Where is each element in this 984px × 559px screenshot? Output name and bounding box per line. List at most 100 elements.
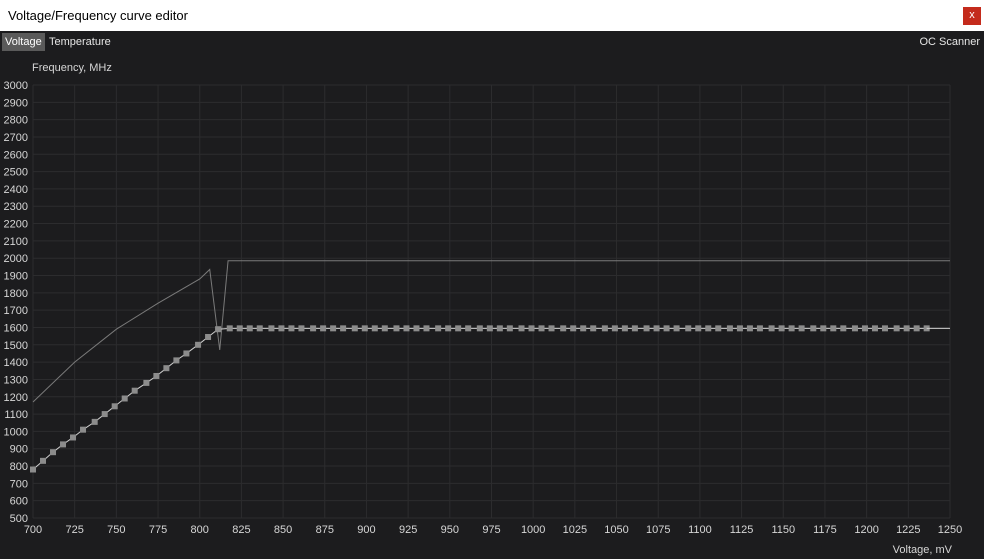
vf-point[interactable] xyxy=(715,325,722,332)
vf-point[interactable] xyxy=(330,325,337,332)
vf-point[interactable] xyxy=(455,325,462,332)
vf-point[interactable] xyxy=(538,325,545,332)
vf-point[interactable] xyxy=(736,325,743,332)
vf-point[interactable] xyxy=(310,325,317,332)
vf-point[interactable] xyxy=(91,418,98,425)
vf-point[interactable] xyxy=(215,326,222,333)
tab-temperature[interactable]: Temperature xyxy=(46,33,114,51)
y-tick-label: 1700 xyxy=(4,305,28,317)
vf-point[interactable] xyxy=(611,325,618,332)
vf-point[interactable] xyxy=(183,350,190,357)
vf-point[interactable] xyxy=(726,325,733,332)
vf-point[interactable] xyxy=(403,325,410,332)
vf-point[interactable] xyxy=(163,365,170,372)
vf-point[interactable] xyxy=(143,379,150,386)
vf-point[interactable] xyxy=(340,325,347,332)
vf-point[interactable] xyxy=(810,325,817,332)
close-button[interactable]: x xyxy=(963,7,981,25)
vf-point[interactable] xyxy=(121,395,128,402)
vf-point[interactable] xyxy=(111,403,118,410)
vf-point[interactable] xyxy=(371,325,378,332)
vf-point[interactable] xyxy=(60,441,67,448)
x-tick-label: 725 xyxy=(66,524,84,536)
vf-point[interactable] xyxy=(445,325,452,332)
vf-point[interactable] xyxy=(40,457,47,464)
vf-point[interactable] xyxy=(673,325,680,332)
vf-curve-chart[interactable]: 3000 2900 2800 2700 2600 2500 2400 2300 2200 2100… xyxy=(0,53,984,559)
vf-point[interactable] xyxy=(903,325,910,332)
x-tick-label: 1025 xyxy=(563,524,587,536)
vf-point[interactable] xyxy=(830,325,837,332)
vf-point[interactable] xyxy=(435,325,442,332)
vf-point[interactable] xyxy=(653,325,660,332)
vf-point[interactable] xyxy=(298,325,305,332)
vf-point[interactable] xyxy=(861,325,868,332)
vf-point[interactable] xyxy=(798,325,805,332)
y-tick-label: 2900 xyxy=(4,97,28,109)
vf-point[interactable] xyxy=(351,325,358,332)
vf-point[interactable] xyxy=(778,325,785,332)
vf-point[interactable] xyxy=(506,325,513,332)
tab-voltage[interactable]: Voltage xyxy=(2,33,45,51)
vf-point[interactable] xyxy=(476,325,483,332)
vf-point[interactable] xyxy=(518,325,525,332)
vf-point[interactable] xyxy=(226,325,233,332)
vf-point[interactable] xyxy=(80,426,87,433)
vf-point[interactable] xyxy=(871,325,878,332)
x-tick-label: 850 xyxy=(274,524,292,536)
vf-point[interactable] xyxy=(246,325,253,332)
vf-point[interactable] xyxy=(851,325,858,332)
vf-point[interactable] xyxy=(881,325,888,332)
vf-point[interactable] xyxy=(746,325,753,332)
vf-point[interactable] xyxy=(465,325,472,332)
vf-point[interactable] xyxy=(893,325,900,332)
vf-point[interactable] xyxy=(913,325,920,332)
x-tick-label: 1125 xyxy=(730,524,754,536)
oc-scanner-button[interactable]: OC Scanner xyxy=(919,33,980,51)
vf-point[interactable] xyxy=(840,325,847,332)
vf-point[interactable] xyxy=(695,325,702,332)
vf-point[interactable] xyxy=(361,325,368,332)
vf-point[interactable] xyxy=(30,466,36,473)
vf-point[interactable] xyxy=(288,325,295,332)
vf-point[interactable] xyxy=(101,411,108,418)
vf-point[interactable] xyxy=(381,325,388,332)
vf-point[interactable] xyxy=(528,325,535,332)
vf-point[interactable] xyxy=(268,325,275,332)
vf-point[interactable] xyxy=(643,325,650,332)
vf-point[interactable] xyxy=(496,325,503,332)
vf-point[interactable] xyxy=(393,325,400,332)
vf-point[interactable] xyxy=(663,325,670,332)
vf-point[interactable] xyxy=(236,325,243,332)
vf-point[interactable] xyxy=(205,334,212,341)
vf-point[interactable] xyxy=(756,325,763,332)
vf-point[interactable] xyxy=(131,387,138,394)
vf-point[interactable] xyxy=(685,325,692,332)
y-tick-label: 2700 xyxy=(4,132,28,144)
vf-point[interactable] xyxy=(768,325,775,332)
x-tick-label: 925 xyxy=(399,524,417,536)
vf-point[interactable] xyxy=(195,341,202,348)
vf-point[interactable] xyxy=(788,325,795,332)
vf-point[interactable] xyxy=(320,325,327,332)
vf-point[interactable] xyxy=(50,449,57,456)
vf-point[interactable] xyxy=(153,372,160,379)
vf-point[interactable] xyxy=(486,325,493,332)
x-tick-label: 1075 xyxy=(646,524,670,536)
vf-point[interactable] xyxy=(278,325,285,332)
vf-point[interactable] xyxy=(256,325,263,332)
vf-point[interactable] xyxy=(601,325,608,332)
vf-point[interactable] xyxy=(580,325,587,332)
vf-point[interactable] xyxy=(423,325,430,332)
vf-point[interactable] xyxy=(560,325,567,332)
vf-point[interactable] xyxy=(820,325,827,332)
vf-point[interactable] xyxy=(621,325,628,332)
vf-point[interactable] xyxy=(590,325,597,332)
vf-point[interactable] xyxy=(548,325,555,332)
vf-point[interactable] xyxy=(173,357,180,364)
vf-point[interactable] xyxy=(570,325,577,332)
vf-point[interactable] xyxy=(413,325,420,332)
vf-point[interactable] xyxy=(631,325,638,332)
vf-point[interactable] xyxy=(70,434,77,441)
vf-point[interactable] xyxy=(705,325,712,332)
